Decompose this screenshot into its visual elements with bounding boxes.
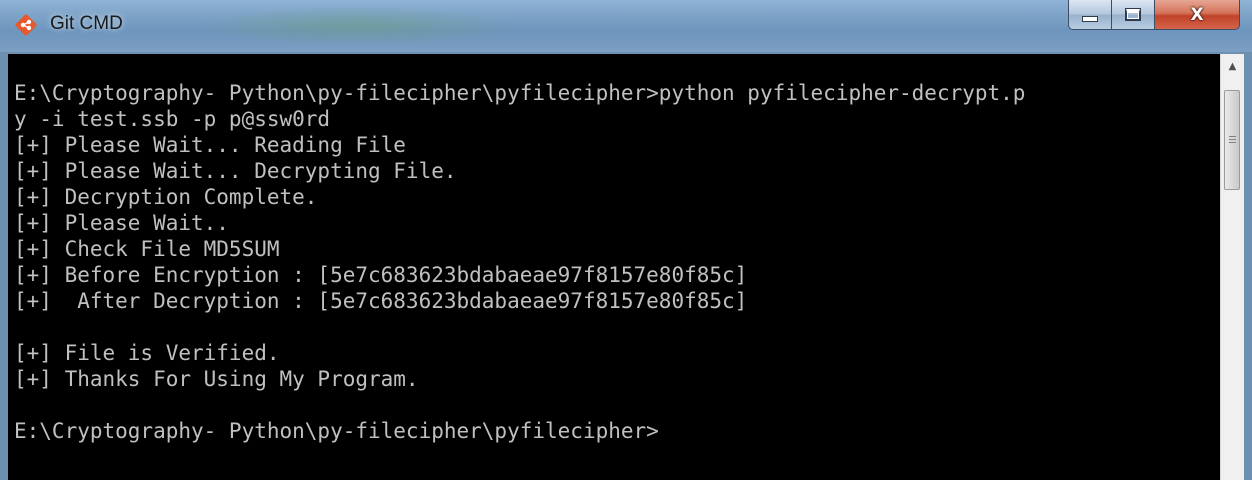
grip-icon	[1228, 136, 1236, 144]
console-text-block: E:\Cryptography- Python\py-filecipher\py…	[14, 80, 1025, 444]
console-line: [+] File is Verified.	[14, 341, 280, 365]
git-icon[interactable]	[14, 13, 38, 37]
minimize-icon	[1082, 15, 1098, 22]
vertical-scrollbar[interactable]: ▲	[1220, 54, 1244, 480]
console-line: E:\Cryptography- Python\py-filecipher\py…	[14, 81, 1026, 105]
console-line: [+] Decryption Complete.	[14, 185, 318, 209]
window-title: Git CMD	[50, 13, 123, 34]
close-icon: X	[1190, 4, 1204, 25]
console-line: [+] Please Wait... Decrypting File.	[14, 159, 457, 183]
arrow-up-icon: ▲	[1228, 60, 1237, 72]
maximize-button[interactable]	[1111, 0, 1155, 30]
console-line: [+] Check File MD5SUM	[14, 237, 280, 261]
title-bar-glow	[190, 6, 520, 46]
console-line: [+] Please Wait... Reading File	[14, 133, 406, 157]
console-prompt[interactable]: E:\Cryptography- Python\py-filecipher\py…	[14, 418, 1025, 444]
scroll-up-button[interactable]: ▲	[1221, 54, 1244, 78]
console-line: [+] After Decryption : [5e7c683623bdabae…	[14, 289, 748, 313]
close-button[interactable]: X	[1154, 0, 1240, 30]
scroll-thumb[interactable]	[1224, 90, 1240, 190]
git-cmd-window: Git CMD X E:\Cryptography- Python\py-fil…	[0, 0, 1252, 480]
console-line: [+] Please Wait..	[14, 211, 229, 235]
title-bar[interactable]: Git CMD X	[0, 0, 1252, 52]
console-line: y -i test.ssb -p p@ssw0rd	[14, 107, 331, 131]
window-frame-edge	[1244, 52, 1252, 480]
console-line: [+] Thanks For Using My Program.	[14, 367, 419, 391]
minimize-button[interactable]	[1068, 0, 1112, 30]
console-output[interactable]: E:\Cryptography- Python\py-filecipher\py…	[8, 54, 1220, 480]
maximize-icon	[1125, 8, 1141, 21]
console-line: [+] Before Encryption : [5e7c683623bdaba…	[14, 263, 748, 287]
